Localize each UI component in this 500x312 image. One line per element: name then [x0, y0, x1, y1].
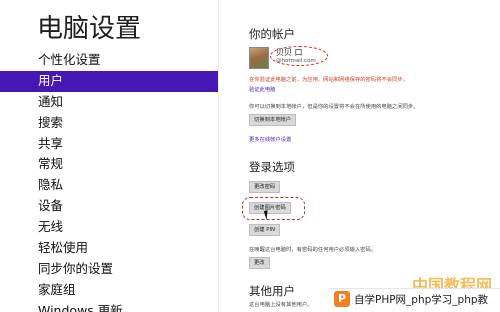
nav-item-share[interactable]: 共享 — [0, 134, 218, 155]
account-avatar[interactable] — [249, 47, 269, 69]
account-name: 贝贝 口 — [276, 48, 303, 57]
users-settings-pane: 你的帐户 贝贝 口 @hotmail.com 在你验证此电脑之前，为应用、网站和… — [220, 0, 500, 312]
nav-item-notifications[interactable]: 通知 — [0, 92, 218, 113]
nav-item-search[interactable]: 搜索 — [0, 113, 218, 134]
nav-item-windows-update[interactable]: Windows 更新 — [0, 301, 218, 312]
sync-warning-text: 在你验证此电脑之前，为应用、网站和网络保存的密码将不会同步。 — [249, 77, 408, 83]
local-account-note: 你可以切换到本地帐户，但是你的设置将不会在所使用的电脑之间同步。 — [249, 104, 419, 110]
nav-item-users[interactable]: 用户 — [0, 70, 218, 92]
settings-nav-pane: 电脑设置 个性化设置 用户 通知 搜索 共享 常规 隐私 设备 无线 轻松使用 … — [0, 0, 219, 312]
other-users-note: 这台电脑上没有其他用户。 — [249, 302, 313, 308]
nav-item-general[interactable]: 常规 — [0, 154, 218, 175]
create-pin-button[interactable]: 创建 PIN — [249, 224, 280, 236]
signin-options-heading: 登录选项 — [249, 160, 295, 174]
settings-nav-list: 个性化设置 用户 通知 搜索 共享 常规 隐私 设备 无线 轻松使用 同步你的设… — [0, 50, 218, 312]
switch-to-local-account-button[interactable]: 切换到本地帐户 — [249, 114, 297, 126]
account-heading: 你的帐户 — [249, 27, 295, 41]
other-users-heading: 其他用户 — [249, 284, 295, 298]
nav-item-ease-of-access[interactable]: 轻松使用 — [0, 238, 218, 259]
watermark-text: 自学PHP网_php学习_php教 — [354, 294, 489, 306]
change-wake-policy-button[interactable]: 更改 — [249, 257, 270, 269]
nav-item-wireless[interactable]: 无线 — [0, 217, 218, 238]
nav-item-personalize[interactable]: 个性化设置 — [0, 50, 218, 71]
nav-item-sync-settings[interactable]: 同步你的设置 — [0, 259, 218, 280]
page-title: 电脑设置 — [37, 14, 142, 44]
more-account-settings-link[interactable]: 更多在线帐户设置 — [249, 137, 291, 144]
verify-pc-link[interactable]: 验证此电脑 — [249, 87, 276, 94]
watermark-logo-icon: P — [334, 291, 350, 307]
nav-item-devices[interactable]: 设备 — [0, 196, 218, 217]
change-password-button[interactable]: 更改密码 — [249, 181, 281, 193]
wake-password-note: 在唤醒这台电脑时，有密码的任何用户必须输入密码。 — [249, 247, 377, 253]
nav-item-privacy[interactable]: 隐私 — [0, 175, 218, 196]
account-email: @hotmail.com — [276, 58, 316, 64]
nav-item-homegroup[interactable]: 家庭组 — [0, 280, 218, 301]
